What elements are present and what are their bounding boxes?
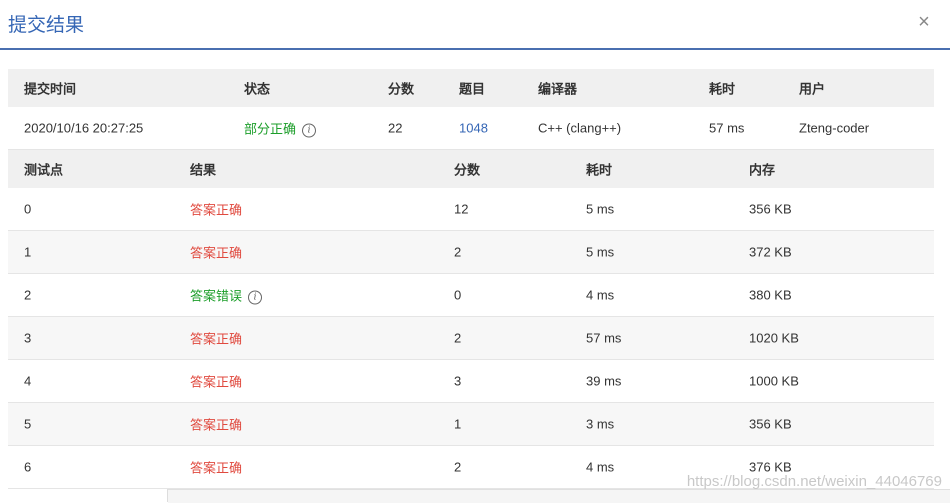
case-time: 5 ms xyxy=(586,244,615,260)
case-memory: 380 KB xyxy=(749,287,792,303)
code-editor-strip xyxy=(0,489,950,503)
submission-summary-table: 提交时间 状态 分数 题目 编译器 耗时 用户 2020/10/16 20:27… xyxy=(8,69,934,150)
submit-time: 2020/10/16 20:27:25 xyxy=(24,120,144,136)
col-problem: 题目 xyxy=(459,81,486,97)
case-time: 4 ms xyxy=(586,459,615,475)
case-time: 5 ms xyxy=(586,201,615,217)
case-score: 2 xyxy=(454,330,462,346)
case-time: 57 ms xyxy=(586,330,622,346)
total-score: 22 xyxy=(388,120,403,136)
info-icon[interactable]: i xyxy=(302,123,317,138)
problem-link[interactable]: 1048 xyxy=(459,121,488,136)
case-result: 答案正确 xyxy=(190,460,243,476)
case-score: 3 xyxy=(454,373,462,389)
case-result: 答案正确 xyxy=(190,245,243,261)
duration-value: 57 ms xyxy=(709,120,745,136)
case-memory: 356 KB xyxy=(749,201,792,217)
col-memory: 内存 xyxy=(749,162,776,178)
info-icon[interactable]: i xyxy=(248,290,263,305)
case-memory: 372 KB xyxy=(749,244,792,260)
cases-header-row: 测试点 结果 分数 耗时 内存 xyxy=(8,150,934,188)
dialog-header: 提交结果 × xyxy=(0,0,950,50)
case-row: 4 答案正确 3 39 ms 1000 KB xyxy=(8,360,934,403)
case-result: 答案错误 i xyxy=(190,286,263,305)
case-time: 39 ms xyxy=(586,373,622,389)
case-result: 答案正确 xyxy=(190,202,243,218)
summary-header-row: 提交时间 状态 分数 题目 编译器 耗时 用户 xyxy=(8,69,934,107)
code-gutter xyxy=(0,489,168,502)
case-result: 答案正确 xyxy=(190,374,243,390)
col-status: 状态 xyxy=(244,81,271,97)
case-row: 1 答案正确 2 5 ms 372 KB xyxy=(8,231,934,274)
case-result: 答案正确 xyxy=(190,417,243,433)
case-id: 6 xyxy=(24,459,32,475)
case-score: 2 xyxy=(454,459,462,475)
col-duration: 耗时 xyxy=(709,81,736,97)
case-result: 答案正确 xyxy=(190,331,243,347)
case-id: 1 xyxy=(24,244,32,260)
case-memory: 356 KB xyxy=(749,416,792,432)
case-time: 4 ms xyxy=(586,287,615,303)
case-score: 12 xyxy=(454,201,469,217)
watermark: https://blog.csdn.net/weixin_44046769 xyxy=(686,473,942,490)
case-rows: 0 答案正确 12 5 ms 356 KB 1 答案正确 2 5 ms 372 KB 2 答案错误 i 0… xyxy=(8,188,934,489)
compiler-value: C++ (clang++) xyxy=(538,120,622,136)
dialog-title: 提交结果 xyxy=(8,15,85,36)
case-id: 2 xyxy=(24,287,32,303)
submission-status: 部分正确 i xyxy=(244,119,317,138)
col-submit-time: 提交时间 xyxy=(24,81,77,97)
case-row: 0 答案正确 12 5 ms 356 KB xyxy=(8,188,934,231)
case-time: 3 ms xyxy=(586,416,615,432)
col-user: 用户 xyxy=(799,81,826,97)
case-row: 3 答案正确 2 57 ms 1020 KB xyxy=(8,317,934,360)
case-score: 2 xyxy=(454,244,462,260)
case-row: 2 答案错误 i 0 4 ms 380 KB xyxy=(8,274,934,317)
case-id: 4 xyxy=(24,373,32,389)
close-icon[interactable]: × xyxy=(914,12,934,32)
status-text: 部分正确 xyxy=(244,121,297,137)
case-score: 0 xyxy=(454,287,462,303)
case-score: 1 xyxy=(454,416,462,432)
col-score: 分数 xyxy=(388,81,415,97)
test-cases-table: 测试点 结果 分数 耗时 内存 0 答案正确 12 5 ms 356 KB 1 答案正确 2 5… xyxy=(8,150,934,489)
case-id: 5 xyxy=(24,416,32,432)
col-result: 结果 xyxy=(190,162,217,178)
case-row: 5 答案正确 1 3 ms 356 KB xyxy=(8,403,934,446)
case-memory: 1020 KB xyxy=(749,330,799,346)
col-case-score: 分数 xyxy=(454,162,481,178)
code-area[interactable] xyxy=(168,489,950,503)
user-value: Zteng-coder xyxy=(799,120,870,136)
case-memory: 1000 KB xyxy=(749,373,799,389)
col-compiler: 编译器 xyxy=(538,81,578,97)
col-test-point: 测试点 xyxy=(24,162,64,178)
case-id: 3 xyxy=(24,330,32,346)
case-result-text: 答案错误 xyxy=(190,288,243,304)
col-case-time: 耗时 xyxy=(586,162,613,178)
case-id: 0 xyxy=(24,201,32,217)
summary-row: 2020/10/16 20:27:25 部分正确 i 22 1048 C++ (c… xyxy=(8,107,934,150)
